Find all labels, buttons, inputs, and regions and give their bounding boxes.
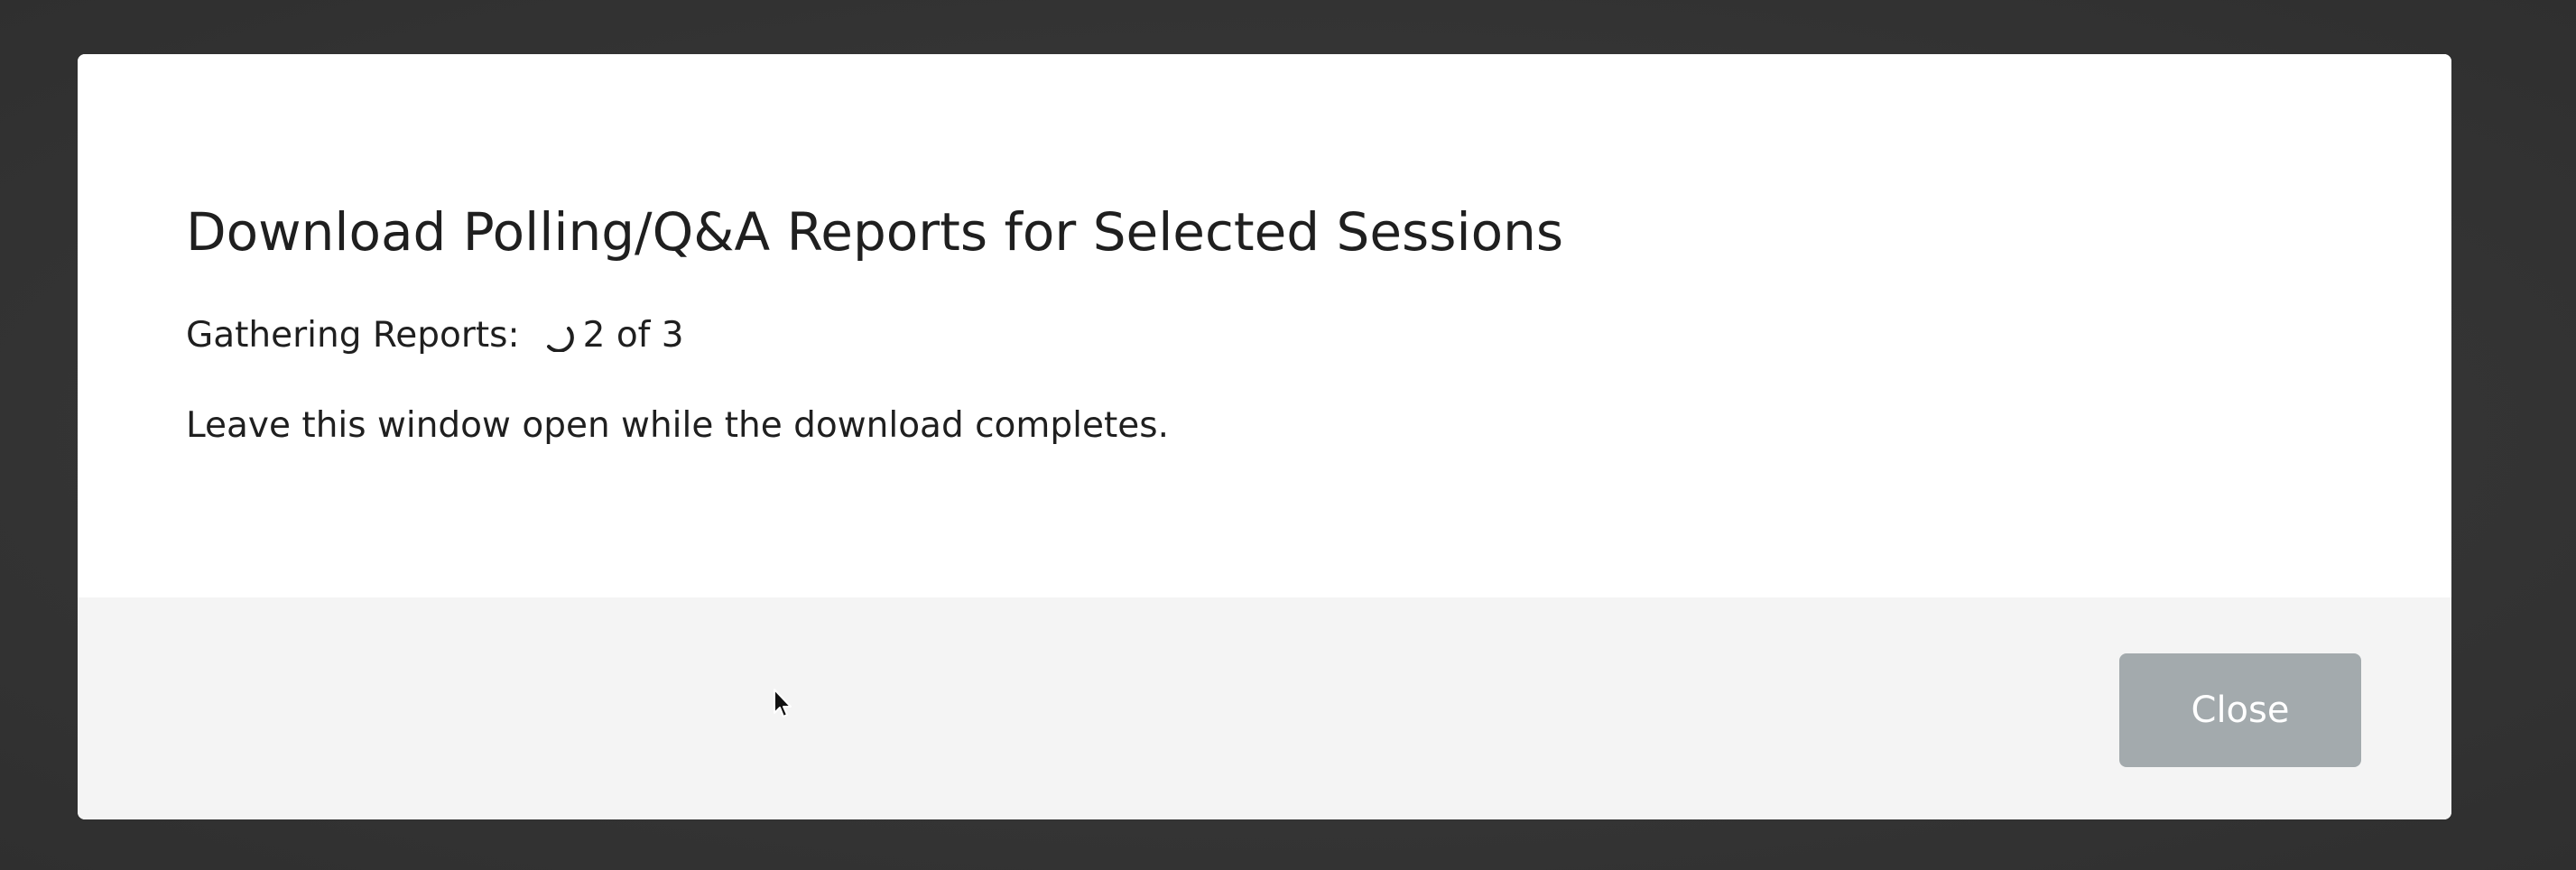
progress-count: 2 of 3: [582, 315, 684, 356]
spinner-icon: [542, 319, 574, 352]
keep-open-notice: Leave this window open while the downloa…: [186, 405, 1169, 446]
status-label: Gathering Reports:: [186, 315, 520, 356]
close-button[interactable]: Close: [2119, 653, 2361, 767]
dialog-footer: Close: [78, 597, 2451, 819]
dialog-body: Download Polling/Q&A Reports for Selecte…: [78, 54, 2451, 597]
dialog-title: Download Polling/Q&A Reports for Selecte…: [186, 201, 1564, 263]
download-reports-dialog: Download Polling/Q&A Reports for Selecte…: [78, 54, 2451, 819]
mouse-pointer-icon: [773, 688, 794, 720]
progress-status: Gathering Reports: 2 of 3: [186, 318, 684, 353]
